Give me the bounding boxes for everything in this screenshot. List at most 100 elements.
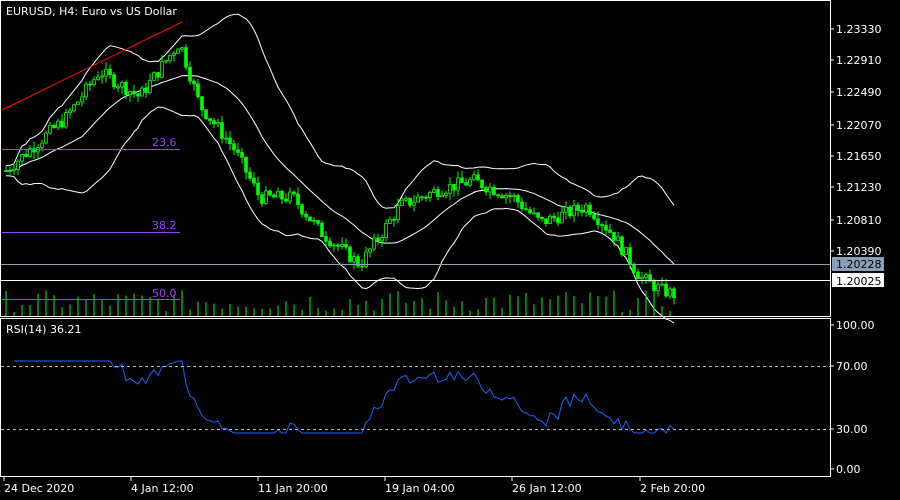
candle-body[interactable] <box>132 91 136 95</box>
candle-body[interactable] <box>400 199 404 207</box>
candle-body[interactable] <box>576 204 580 211</box>
candle-body[interactable] <box>632 263 636 273</box>
candle-body[interactable] <box>552 215 556 219</box>
candle-body[interactable] <box>620 236 624 255</box>
candle-body[interactable] <box>268 190 272 196</box>
candle-body[interactable] <box>352 256 356 263</box>
candle-body[interactable] <box>420 196 424 199</box>
candle-body[interactable] <box>100 75 104 78</box>
candle-body[interactable] <box>76 101 80 106</box>
candle-body[interactable] <box>388 218 392 224</box>
candle-body[interactable] <box>396 205 400 221</box>
candle-body[interactable] <box>12 168 16 171</box>
candle-body[interactable] <box>412 201 416 206</box>
candle-body[interactable] <box>192 80 196 85</box>
candle-body[interactable] <box>572 204 576 217</box>
candle-body[interactable] <box>440 194 444 198</box>
candle-body[interactable] <box>296 193 300 206</box>
candle-body[interactable] <box>252 177 256 184</box>
candle-body[interactable] <box>608 229 612 233</box>
candle-body[interactable] <box>508 195 512 197</box>
candle-body[interactable] <box>348 246 352 263</box>
candle-body[interactable] <box>604 225 608 231</box>
candle-body[interactable] <box>360 265 364 268</box>
candle-body[interactable] <box>316 219 320 224</box>
candle-body[interactable] <box>128 91 132 96</box>
candle-body[interactable] <box>184 47 188 68</box>
candle-body[interactable] <box>484 187 488 193</box>
candle-body[interactable] <box>208 118 212 122</box>
candle-body[interactable] <box>372 237 376 250</box>
candle-body[interactable] <box>20 153 24 162</box>
candle-body[interactable] <box>580 209 584 213</box>
candle-body[interactable] <box>204 109 208 119</box>
candle-body[interactable] <box>512 195 516 197</box>
candle-body[interactable] <box>16 160 20 170</box>
candle-body[interactable] <box>488 186 492 193</box>
candle-body[interactable] <box>344 244 348 248</box>
candle-body[interactable] <box>288 191 292 202</box>
candle-body[interactable] <box>60 120 64 128</box>
candle-body[interactable] <box>108 68 112 76</box>
candle-body[interactable] <box>656 284 660 292</box>
candle-body[interactable] <box>408 197 412 206</box>
candle-body[interactable] <box>596 218 600 225</box>
candle-body[interactable] <box>384 222 388 238</box>
candle-body[interactable] <box>432 189 436 193</box>
candle-body[interactable] <box>404 197 408 201</box>
candle-body[interactable] <box>228 137 232 145</box>
candle-body[interactable] <box>536 212 540 218</box>
candle-body[interactable] <box>472 174 476 181</box>
candle-body[interactable] <box>164 60 168 63</box>
candle-body[interactable] <box>600 224 604 227</box>
candle-body[interactable] <box>464 182 468 186</box>
candle-body[interactable] <box>284 198 288 202</box>
candle-body[interactable] <box>528 209 532 214</box>
candle-body[interactable] <box>628 247 632 265</box>
candle-body[interactable] <box>524 208 528 211</box>
candle-body[interactable] <box>592 214 596 220</box>
candle-body[interactable] <box>448 183 452 194</box>
candle-body[interactable] <box>584 204 588 213</box>
candle-body[interactable] <box>188 66 192 82</box>
candle-body[interactable] <box>428 192 432 199</box>
candle-body[interactable] <box>272 194 276 198</box>
candle-body[interactable] <box>68 110 72 113</box>
candle-body[interactable] <box>424 196 428 199</box>
candle-body[interactable] <box>504 195 508 199</box>
candle-body[interactable] <box>264 190 268 204</box>
candle-body[interactable] <box>4 170 8 173</box>
candle-body[interactable] <box>664 283 668 297</box>
candle-body[interactable] <box>260 194 264 204</box>
candle-body[interactable] <box>612 232 616 241</box>
candle-body[interactable] <box>532 212 536 215</box>
candle-body[interactable] <box>56 120 60 129</box>
candle-body[interactable] <box>280 190 284 200</box>
candle-body[interactable] <box>112 74 116 88</box>
candle-body[interactable] <box>548 215 552 225</box>
candle-body[interactable] <box>312 219 316 222</box>
candle-body[interactable] <box>80 96 84 103</box>
candle-body[interactable] <box>452 183 456 191</box>
candle-body[interactable] <box>168 54 172 62</box>
candle-body[interactable] <box>244 156 248 173</box>
candle-body[interactable] <box>588 204 592 215</box>
candle-body[interactable] <box>340 244 344 247</box>
candle-body[interactable] <box>644 274 648 278</box>
candle-body[interactable] <box>72 104 76 112</box>
candle-body[interactable] <box>564 206 568 213</box>
candle-body[interactable] <box>672 288 676 298</box>
candle-body[interactable] <box>540 216 544 220</box>
candle-body[interactable] <box>300 204 304 215</box>
candle-body[interactable] <box>304 213 308 218</box>
candle-body[interactable] <box>568 206 572 217</box>
candle-body[interactable] <box>456 177 460 191</box>
candle-body[interactable] <box>124 81 128 96</box>
candle-body[interactable] <box>216 122 220 125</box>
candle-body[interactable] <box>616 236 620 241</box>
candle-body[interactable] <box>328 240 332 247</box>
candle-body[interactable] <box>308 216 312 222</box>
candle-body[interactable] <box>92 79 96 86</box>
candle-body[interactable] <box>496 194 500 197</box>
candle-body[interactable] <box>436 189 440 198</box>
